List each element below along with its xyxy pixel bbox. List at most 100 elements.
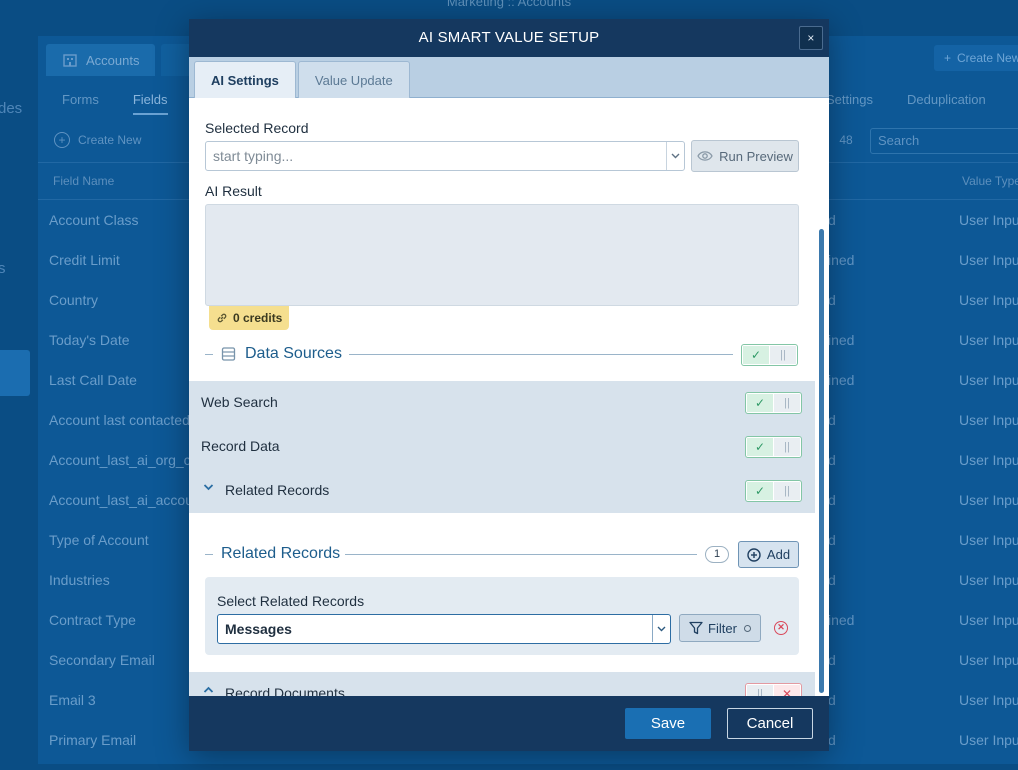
pause-icon: || [770, 346, 796, 364]
table-row[interactable]: Today's Date [49, 320, 189, 360]
table-row[interactable]: Primary Email [49, 720, 189, 760]
subnav-deduplication[interactable]: Deduplication [907, 92, 986, 107]
data-sources-toggle[interactable]: ✓ || [741, 344, 798, 366]
column-value-type: Value Type [962, 174, 1018, 188]
modal-footer: Save Cancel [189, 696, 829, 751]
filter-status-icon [743, 624, 751, 632]
background-tabs: Accounts [46, 44, 194, 76]
subnav-forms[interactable]: Forms [62, 92, 99, 115]
add-label: Add [766, 547, 791, 562]
chevron-down-icon[interactable] [203, 483, 214, 491]
section-divider [345, 554, 697, 555]
record-documents-toggle[interactable]: || ✕ [745, 683, 802, 696]
data-source-label: Related Records [225, 482, 330, 498]
table-cell: User Input [959, 492, 1018, 508]
data-source-row-record-documents[interactable]: Record Documents || ✕ [189, 672, 815, 696]
table-cell: User Input [959, 372, 1018, 388]
table-row[interactable]: Last Call Date [49, 360, 189, 400]
table-row[interactable]: Account_last_ai_accou [49, 480, 189, 520]
data-source-row-web-search: Web Search ✓ || [189, 381, 815, 425]
section-divider [349, 354, 733, 355]
table-cell: User Input [959, 612, 1018, 628]
table-cell: ined [828, 372, 855, 388]
modal-tabbar: AI Settings Value Update [189, 57, 829, 98]
data-source-label: Web Search [201, 394, 278, 410]
remove-circle-icon[interactable]: ✕ [774, 621, 788, 635]
chevron-down-icon[interactable] [652, 615, 670, 642]
tab-accounts[interactable]: Accounts [46, 44, 156, 76]
pause-icon: || [774, 394, 800, 412]
table-row[interactable]: Country [49, 280, 189, 320]
table-row[interactable]: Credit Limit [49, 240, 189, 280]
chevron-down-icon[interactable] [666, 142, 684, 170]
credits-badge: 0 credits [209, 306, 290, 330]
link-icon [216, 312, 228, 324]
check-icon: ✓ [747, 482, 773, 500]
table-row[interactable]: Account_last_ai_org_c [49, 440, 189, 480]
chevron-up-icon[interactable] [203, 686, 214, 694]
ai-result-output [205, 204, 799, 306]
select-related-records-label: Select Related Records [217, 593, 365, 609]
section-divider [205, 354, 213, 355]
plus-icon: + [944, 51, 952, 65]
plus-circle-icon: + [54, 132, 70, 148]
data-source-label: Record Documents [225, 685, 345, 696]
tab-label: Accounts [86, 52, 140, 68]
selected-record-select[interactable]: start typing... [205, 141, 685, 171]
related-records-toggle[interactable]: ✓ || [745, 480, 802, 502]
related-records-select[interactable]: Messages [217, 614, 671, 644]
related-records-value: Messages [225, 621, 292, 637]
pause-icon: || [747, 685, 773, 696]
close-button[interactable]: × [799, 26, 823, 50]
table-cell: User Input [959, 732, 1018, 748]
subnav-fields[interactable]: Fields [132, 92, 168, 115]
table-row[interactable]: Account last contacted [49, 400, 189, 440]
tab-ai-settings[interactable]: AI Settings [194, 61, 296, 98]
selected-record-placeholder: start typing... [213, 148, 294, 164]
subnav-settings[interactable]: Settings [826, 92, 873, 107]
pause-icon: || [774, 438, 800, 456]
left-selected-item[interactable] [0, 350, 30, 396]
section-divider [205, 554, 213, 555]
left-fragment: des [0, 100, 23, 117]
filter-button[interactable]: Filter [679, 614, 761, 642]
data-source-row-related-records[interactable]: Related Records ✓ || [189, 469, 815, 513]
table-cell: User Input [959, 692, 1018, 708]
run-preview-button[interactable]: Run Preview [691, 140, 799, 172]
run-preview-label: Run Preview [719, 148, 793, 164]
table-cell: User Input [959, 412, 1018, 428]
eye-icon [697, 150, 713, 162]
table-cell: d [828, 492, 836, 508]
table-row[interactable]: Account Class [49, 200, 189, 240]
background-search-input[interactable]: Search [870, 128, 1018, 154]
scrollbar-thumb[interactable] [819, 229, 824, 693]
left-fragment: s [0, 260, 6, 277]
breadcrumb: Marketing :: Accounts [446, 0, 572, 9]
table-cell: d [828, 452, 836, 468]
table-row[interactable]: Contract Type [49, 600, 189, 640]
web-search-toggle[interactable]: ✓ || [745, 392, 802, 414]
table-cell: d [828, 732, 836, 748]
table-cell: d [828, 572, 836, 588]
background-subnav: Forms Fields [62, 92, 168, 115]
table-row[interactable]: Email 3 [49, 680, 189, 720]
table-row[interactable]: Secondary Email [49, 640, 189, 680]
table-cell: User Input [959, 532, 1018, 548]
create-new-top-button[interactable]: + Create New [934, 45, 1018, 71]
tab-value-update[interactable]: Value Update [297, 61, 410, 98]
ai-smart-value-modal: AI SMART VALUE SETUP × AI Settings Value… [189, 19, 829, 751]
cancel-button[interactable]: Cancel [727, 708, 813, 739]
save-button[interactable]: Save [625, 708, 711, 739]
table-row[interactable]: Type of Account [49, 520, 189, 560]
database-icon [221, 346, 236, 362]
record-data-toggle[interactable]: ✓ || [745, 436, 802, 458]
add-related-record-button[interactable]: Add [738, 541, 799, 568]
table-cell: d [828, 692, 836, 708]
create-new-button[interactable]: + Create New [54, 132, 141, 148]
selected-record-label: Selected Record [205, 120, 309, 136]
table-row[interactable]: Industries [49, 560, 189, 600]
value-type-column: User Input User Input User Input User In… [959, 200, 1018, 760]
table-cell: User Input [959, 452, 1018, 468]
data-source-label: Record Data [201, 438, 280, 454]
data-source-row-record-data: Record Data ✓ || [189, 425, 815, 469]
